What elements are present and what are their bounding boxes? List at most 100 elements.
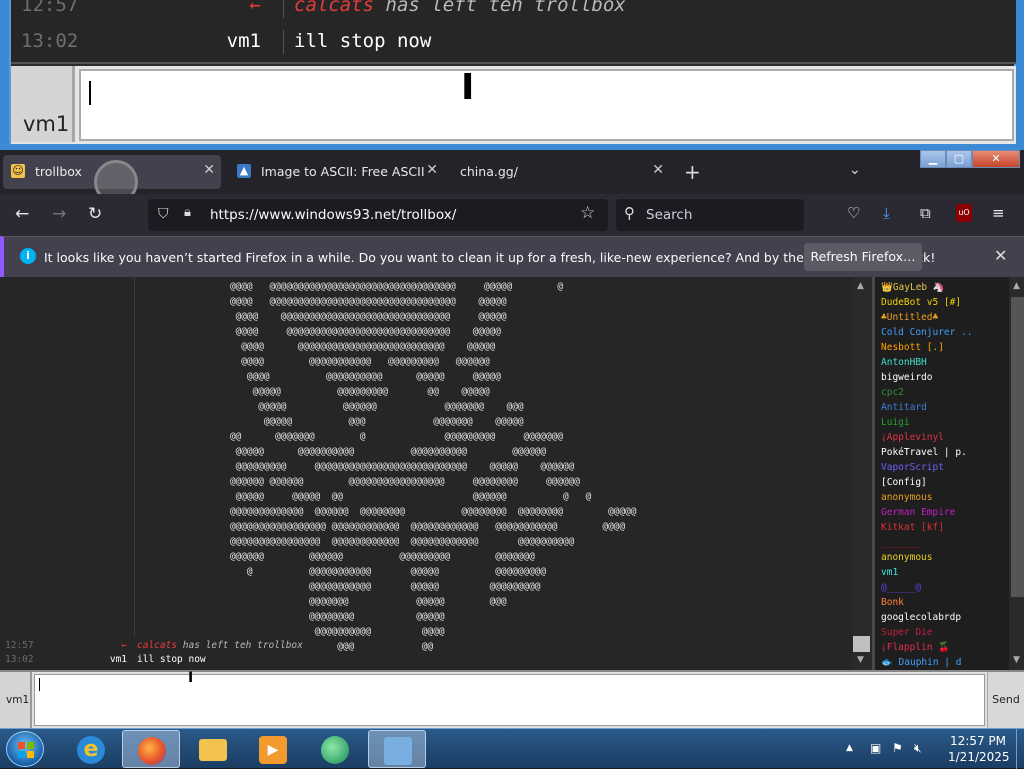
chat-scrollbar[interactable]: ▲ ▼ bbox=[852, 277, 872, 670]
user-list-item[interactable]: VaporScript bbox=[881, 462, 944, 473]
scroll-up-icon[interactable]: ▲ bbox=[857, 281, 864, 291]
close-window-button[interactable]: ✕ bbox=[972, 150, 1020, 168]
taskbar-control-panel[interactable] bbox=[368, 730, 426, 768]
message-nick: vm1 bbox=[109, 654, 127, 665]
show-desktop-button[interactable] bbox=[1016, 729, 1024, 769]
taskbar-explorer[interactable] bbox=[184, 730, 242, 768]
user-list: 👑GayLeb 🦄 DudeBot v5 [#] ♣Untitled♣ Cold Co… bbox=[872, 277, 1024, 670]
clock-date[interactable]: 1/21/2025 bbox=[948, 750, 1010, 764]
control-panel-icon bbox=[384, 737, 412, 765]
chat-message-input[interactable] bbox=[34, 674, 985, 726]
user-list-item[interactable]: bigweirdo bbox=[881, 372, 932, 383]
menu-icon[interactable]: ≡ bbox=[992, 204, 1005, 222]
user-list-item[interactable]: googlecolabrdp bbox=[881, 612, 961, 623]
start-button[interactable] bbox=[6, 731, 44, 767]
pocket-icon[interactable]: ♡ bbox=[847, 204, 860, 222]
taskbar-ie[interactable]: e bbox=[62, 730, 120, 768]
user-list-item[interactable]: Luigi bbox=[881, 417, 910, 428]
message-text: calcats has left teh trollbox bbox=[294, 0, 626, 16]
tab-image-to-ascii[interactable]: ▲ Image to ASCII: Free ASCII Art C ✕ bbox=[229, 155, 444, 189]
maximize-button[interactable]: ▢ bbox=[946, 150, 972, 168]
scroll-down-icon[interactable]: ▼ bbox=[1013, 655, 1020, 665]
close-tab-icon[interactable]: ✕ bbox=[203, 162, 215, 178]
ie-icon: e bbox=[77, 736, 105, 764]
user-list-item[interactable]: cpc2 bbox=[881, 387, 904, 398]
user-list-item[interactable]: Cold Conjurer .. bbox=[881, 327, 973, 338]
user-list-item[interactable]: 👑GayLeb 🦄 bbox=[881, 282, 945, 293]
chat-message: 12:57 ← calcats has left teh trollbox bbox=[0, 640, 852, 653]
forward-arrow-icon[interactable]: → bbox=[52, 204, 66, 224]
taskbar-media-player[interactable]: ▶ bbox=[244, 730, 302, 768]
shield-icon[interactable]: ⛉ bbox=[158, 206, 169, 222]
user-list-item[interactable]: Kitkat [kf] bbox=[881, 522, 944, 533]
network-app-icon bbox=[321, 736, 349, 764]
lock-icon[interactable]: 🔒︎ bbox=[184, 205, 191, 220]
taskbar-network-app[interactable] bbox=[306, 730, 364, 768]
column-divider bbox=[283, 30, 284, 54]
user-list-item[interactable]: Antitard bbox=[881, 402, 927, 413]
minimize-button[interactable]: ▁ bbox=[920, 150, 946, 168]
user-list-item[interactable]: ¡Applevinyl bbox=[881, 432, 944, 443]
user-list-item[interactable]: anonymous bbox=[881, 552, 932, 563]
user-list-item[interactable]: ¡Flapplin 🍒 bbox=[881, 642, 950, 653]
user-list-item[interactable]: ♣Untitled♣ bbox=[881, 312, 938, 323]
user-list-item[interactable]: AntonHBH bbox=[881, 357, 927, 368]
back-arrow-icon[interactable]: ← bbox=[15, 204, 29, 224]
tab-china-gg[interactable]: china.gg/ ✕ bbox=[452, 155, 670, 189]
message-text: ill stop now bbox=[137, 654, 206, 665]
send-button[interactable]: Send bbox=[987, 672, 1024, 728]
user-list-item[interactable]: 🐟 Dauphin | d bbox=[881, 657, 961, 668]
action-center-flag-icon[interactable]: ⚑ bbox=[892, 741, 903, 755]
tab-label: Image to ASCII: Free ASCII Art C bbox=[261, 164, 425, 179]
user-list-item[interactable]: German Empire bbox=[881, 507, 955, 518]
ublock-icon[interactable]: uO bbox=[956, 204, 972, 222]
chat-input-row: vm1 Send bbox=[0, 670, 1024, 728]
scroll-down-icon[interactable]: ▼ bbox=[857, 655, 864, 665]
chevron-down-icon[interactable]: ⌄ bbox=[849, 162, 861, 178]
search-placeholder: Search bbox=[646, 207, 693, 223]
volume-muted-icon[interactable]: 🔇︎ bbox=[914, 741, 922, 756]
user-list-scrollbar[interactable]: ▲ ▼ bbox=[1009, 277, 1024, 670]
close-tab-icon[interactable]: ✕ bbox=[652, 162, 664, 178]
ibeam-cursor-icon: I bbox=[188, 670, 194, 686]
reload-icon[interactable]: ↻ bbox=[88, 204, 102, 224]
info-icon: i bbox=[20, 248, 36, 264]
search-bar[interactable]: ⚲ Search bbox=[616, 199, 804, 231]
user-list-item[interactable]: anonymous bbox=[881, 492, 932, 503]
trollbox-favicon-icon: ☺ bbox=[11, 164, 25, 178]
user-list-item[interactable]: Super Die bbox=[881, 627, 932, 638]
close-icon[interactable]: ✕ bbox=[994, 246, 1007, 265]
column-divider bbox=[283, 0, 284, 18]
text-caret bbox=[39, 678, 40, 691]
user-list-item[interactable]: [Config] bbox=[881, 477, 927, 488]
scrollbar-thumb[interactable] bbox=[853, 636, 870, 652]
nickname-label[interactable]: vm1 bbox=[0, 672, 32, 728]
user-list-item[interactable]: Nesbott [.] bbox=[881, 342, 944, 353]
user-list-item[interactable]: _______ bbox=[881, 537, 921, 548]
message-nick: ← bbox=[249, 0, 261, 16]
url-text[interactable]: https://www.windows93.net/trollbox/ bbox=[210, 207, 456, 223]
downloads-icon[interactable]: ⤓ bbox=[883, 204, 890, 222]
show-hidden-icons-icon[interactable]: ▲ bbox=[846, 743, 853, 753]
network-icon[interactable]: ▣ bbox=[870, 741, 881, 755]
extensions-icon[interactable]: ⧉ bbox=[920, 204, 931, 222]
user-list-item[interactable]: vm1 bbox=[881, 567, 898, 578]
taskbar-firefox[interactable] bbox=[122, 730, 180, 768]
user-list-item[interactable]: DudeBot v5 [#] bbox=[881, 297, 961, 308]
new-tab-icon[interactable]: + bbox=[684, 160, 701, 184]
scroll-up-icon[interactable]: ▲ bbox=[1013, 281, 1020, 291]
user-list-item[interactable]: @_____@ bbox=[881, 582, 921, 593]
close-tab-icon[interactable]: ✕ bbox=[426, 162, 438, 178]
clock-time[interactable]: 12:57 PM bbox=[948, 734, 1008, 748]
navigation-toolbar: ← → ↻ ⛉ 🔒︎ https://www.windows93.net/tro… bbox=[0, 194, 1024, 236]
url-bar[interactable]: ⛉ 🔒︎ https://www.windows93.net/trollbox/… bbox=[148, 199, 608, 231]
bookmark-star-icon[interactable]: ☆ bbox=[580, 203, 595, 223]
refresh-firefox-button[interactable]: Refresh Firefox… bbox=[804, 243, 922, 271]
zoomed-chat-input: I bbox=[79, 67, 1014, 141]
user-list-item[interactable]: PokéTravel | p. bbox=[881, 447, 967, 458]
message-text: ill stop now bbox=[294, 30, 432, 52]
user-list-item[interactable]: Bonk bbox=[881, 597, 904, 608]
media-player-icon: ▶ bbox=[259, 736, 287, 764]
message-user: calcats bbox=[137, 640, 178, 651]
scrollbar-thumb[interactable] bbox=[1011, 297, 1024, 597]
